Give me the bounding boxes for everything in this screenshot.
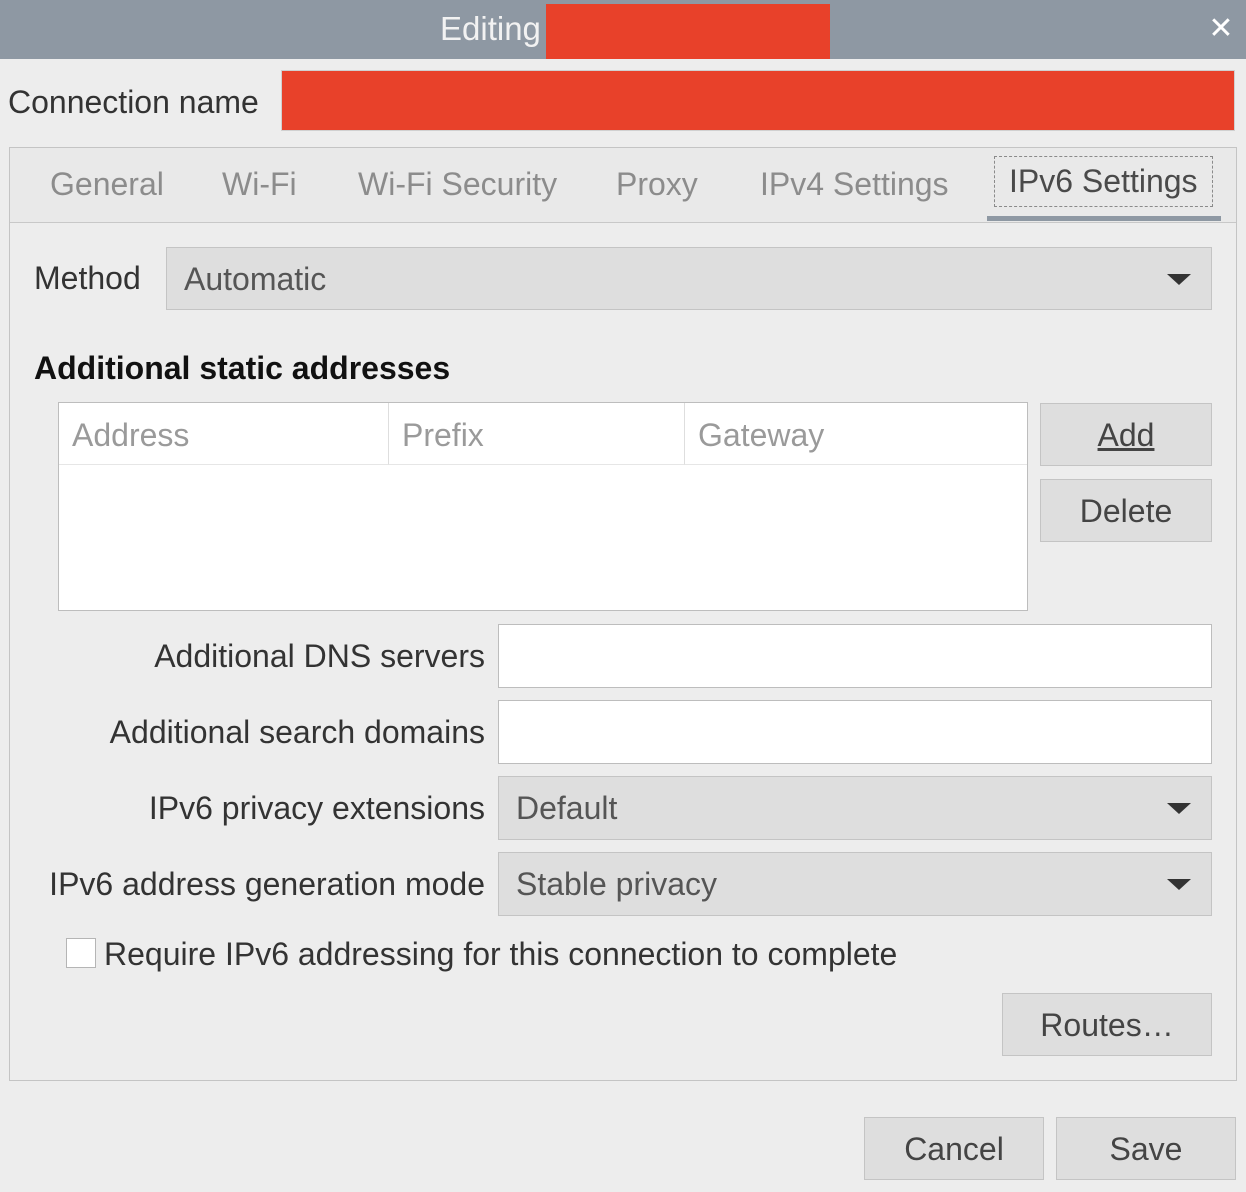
address-generation-mode-value: Stable privacy: [516, 866, 717, 902]
dns-servers-label: Additional DNS servers: [154, 638, 485, 674]
redacted-connection-title: [546, 4, 830, 59]
search-domains-label: Additional search domains: [109, 714, 485, 750]
static-addresses-heading: Additional static addresses: [34, 350, 451, 386]
cancel-button-label: Cancel: [904, 1131, 1004, 1167]
require-ipv6-checkbox[interactable]: [66, 938, 96, 968]
routes-button-label: Routes…: [1040, 1007, 1174, 1043]
column-header-prefix-label: Prefix: [402, 417, 484, 453]
column-header-gateway-label: Gateway: [698, 417, 825, 453]
tab-proxy[interactable]: Proxy: [616, 166, 698, 203]
cancel-button[interactable]: Cancel: [864, 1117, 1044, 1180]
connection-name-input[interactable]: [281, 70, 1235, 131]
privacy-extensions-label: IPv6 privacy extensions: [148, 790, 485, 826]
tab-bar: General Wi-Fi Wi-Fi Security Proxy IPv4 …: [10, 148, 1236, 223]
tab-ipv4-settings[interactable]: IPv4 Settings: [760, 166, 949, 203]
tab-ipv6-settings[interactable]: IPv6 Settings: [994, 156, 1213, 207]
active-tab-indicator: [987, 216, 1221, 221]
connection-name-label: Connection name: [8, 84, 259, 121]
chevron-down-icon: [1167, 274, 1191, 285]
column-header-gateway[interactable]: Gateway: [685, 403, 1027, 465]
close-icon[interactable]: ✕: [1206, 12, 1236, 46]
save-button-label: Save: [1109, 1131, 1183, 1167]
column-header-address-label: Address: [72, 417, 190, 453]
method-label: Method: [34, 260, 141, 296]
column-header-prefix[interactable]: Prefix: [389, 403, 685, 465]
window-title: Editing: [440, 10, 541, 47]
address-generation-mode-dropdown[interactable]: Stable privacy: [498, 852, 1212, 916]
add-button[interactable]: Add: [1040, 403, 1212, 466]
connection-name-label-text: Connection name: [8, 84, 259, 120]
save-button[interactable]: Save: [1056, 1117, 1236, 1180]
routes-button[interactable]: Routes…: [1002, 993, 1212, 1056]
method-dropdown[interactable]: Automatic: [166, 247, 1212, 310]
privacy-extensions-value: Default: [516, 790, 618, 826]
address-generation-mode-label: IPv6 address generation mode: [49, 866, 485, 902]
chevron-down-icon: [1167, 803, 1191, 814]
tab-wifi[interactable]: Wi-Fi: [222, 166, 297, 203]
delete-button-label: Delete: [1079, 493, 1173, 529]
tab-general[interactable]: General: [50, 166, 164, 203]
require-ipv6-label[interactable]: Require IPv6 addressing for this connect…: [104, 936, 897, 973]
dns-servers-input[interactable]: [498, 624, 1212, 688]
method-value: Automatic: [184, 261, 327, 297]
column-header-address[interactable]: Address: [59, 403, 389, 465]
tab-wifi-security[interactable]: Wi-Fi Security: [358, 166, 557, 203]
add-button-label: Add: [1097, 417, 1155, 453]
title-bar: Editing ✕: [0, 0, 1246, 59]
addresses-table[interactable]: Address Prefix Gateway: [58, 402, 1028, 611]
search-domains-input[interactable]: [498, 700, 1212, 764]
chevron-down-icon: [1167, 879, 1191, 890]
privacy-extensions-dropdown[interactable]: Default: [498, 776, 1212, 840]
delete-button[interactable]: Delete: [1040, 479, 1212, 542]
